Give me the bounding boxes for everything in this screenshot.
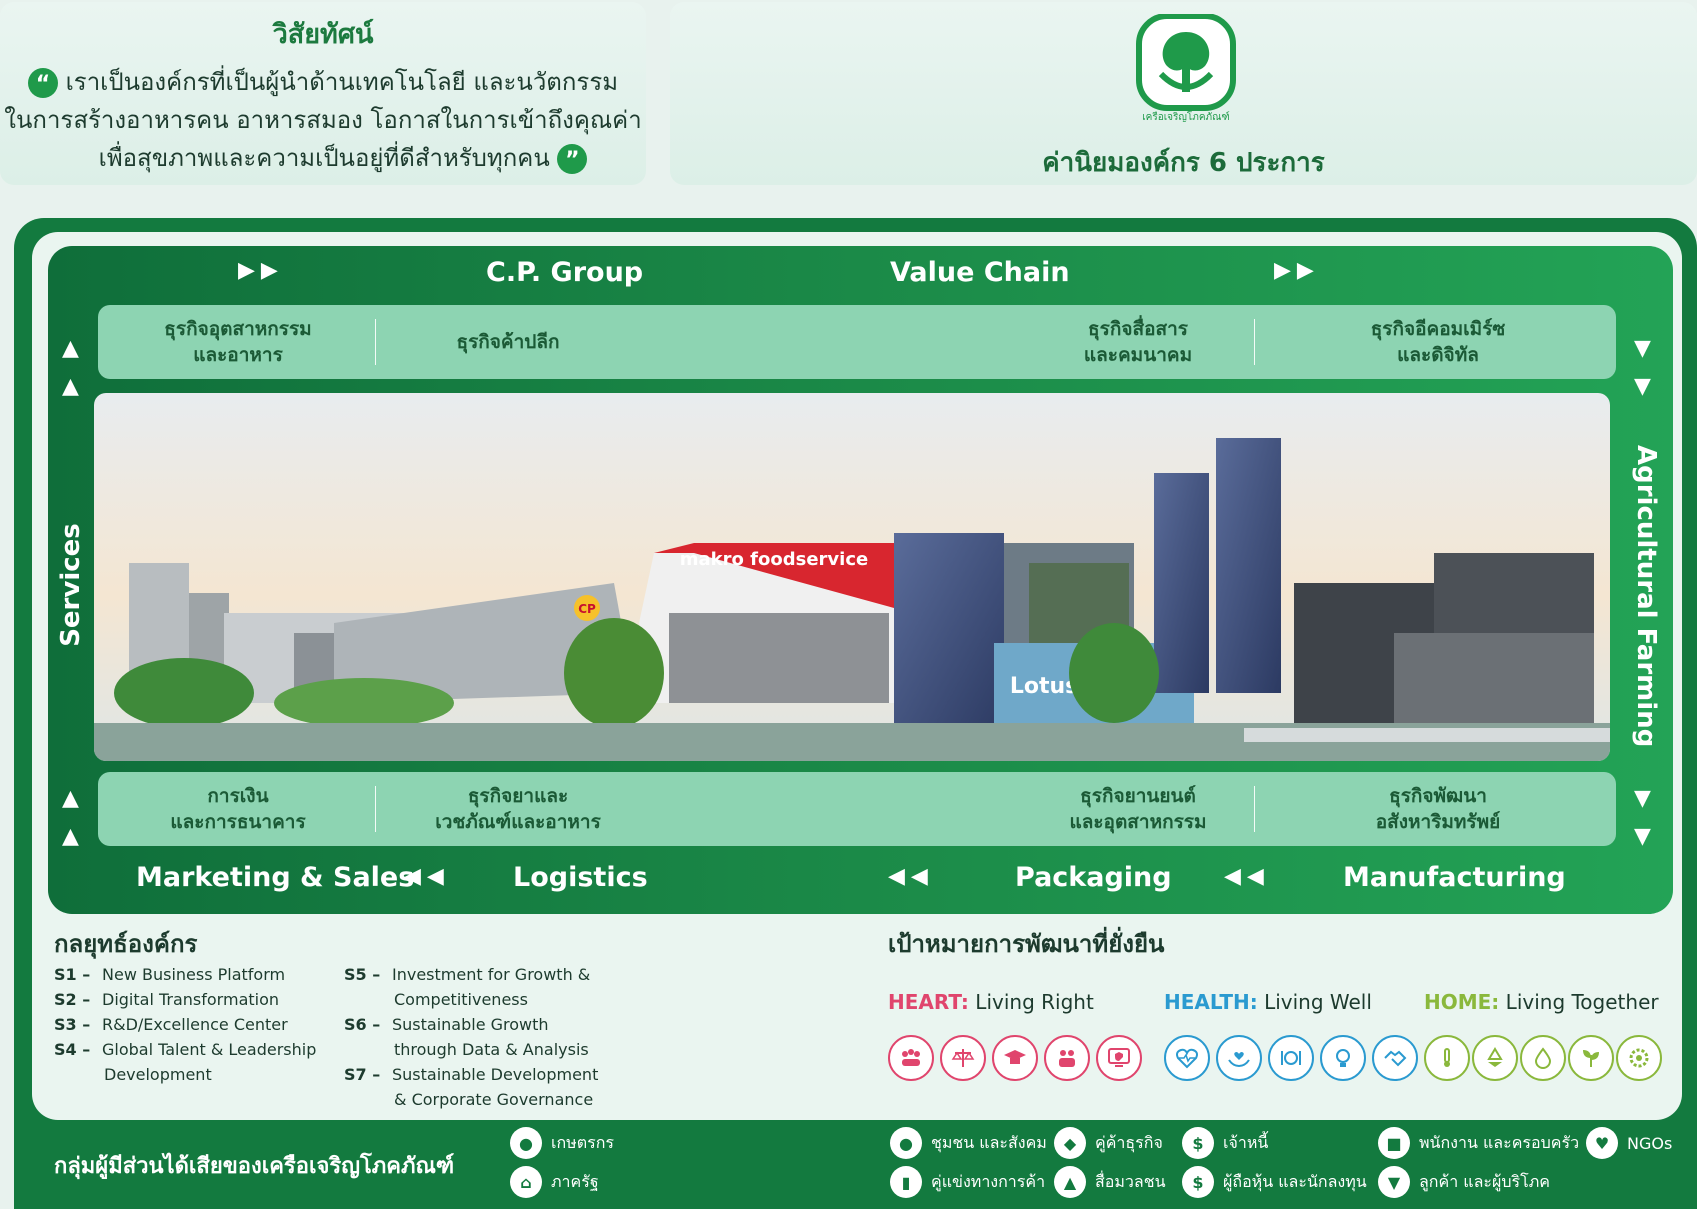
network-icon: ◆ — [1054, 1127, 1086, 1159]
stakeholder-government: ⌂ ภาครัฐ — [510, 1166, 599, 1198]
handshake-icon — [1372, 1035, 1418, 1081]
sustainability-title: เป้าหมายการพัฒนาที่ยั่งยืน — [888, 930, 1165, 958]
down-arrow-icon: ▼ — [1634, 786, 1651, 811]
dollar-coin-icon: $ — [1182, 1166, 1214, 1198]
cp-logo: เครือเจริญโภคภัณฑ์ — [1136, 14, 1236, 122]
right-arrows-icon: ▶▶ — [238, 258, 284, 283]
graduation-cap-icon — [992, 1035, 1038, 1081]
up-arrow-icon: ▲ — [62, 786, 79, 811]
strategy-list-right: S5 – Investment for Growth & Competitivene… — [344, 962, 644, 1112]
cp-group-label: C.P. Group — [486, 257, 644, 288]
services-label: Services — [56, 523, 86, 647]
svg-text:เครือเจริญโภคภัณฑ์: เครือเจริญโภคภัณฑ์ — [1142, 110, 1229, 122]
stakeholder-employees: ■ พนักงาน และครอบครัว — [1378, 1127, 1579, 1159]
business-item: ธุรกิจยานยนต์ และอุตสาหกรรม — [1069, 785, 1207, 833]
community-icon — [1044, 1035, 1090, 1081]
strategy-item: S1 – New Business Platform — [54, 965, 286, 984]
heartbeat-icon — [1164, 1035, 1210, 1081]
down-arrow-icon: ▼ — [1634, 824, 1651, 849]
home-heading: HOME: Living Together — [1424, 990, 1659, 1014]
stakeholder-farmers: ● เกษตรกร — [510, 1127, 614, 1159]
business-item: การเงิน และการธนาคาร — [170, 785, 306, 833]
strategy-title: กลยุทธ์องค์กร — [54, 930, 198, 958]
business-item: ธุรกิจสื่อสาร และคมนาคม — [1083, 318, 1193, 366]
left-arrows-icon: ◀◀ — [888, 864, 934, 889]
divider — [1254, 319, 1255, 365]
dining-plate-icon — [1268, 1035, 1314, 1081]
business-item: ธุรกิจค้าปลีก — [456, 331, 560, 353]
heart-heading: HEART: Living Right — [888, 990, 1094, 1014]
bar-chart-icon: ▮ — [890, 1166, 922, 1198]
vision-title: วิสัยทัศน์ — [272, 19, 374, 50]
business-item: ธุรกิจอุตสาหกรรม และอาหาร — [164, 318, 312, 366]
stakeholder-community: ● ชุมชน และสังคม — [890, 1127, 1047, 1159]
stakeholder-business-partners: ◆ คู่ค้าธุรกิจ — [1054, 1127, 1163, 1159]
gear-cycle-icon — [1616, 1035, 1662, 1081]
government-building-icon: ⌂ — [510, 1166, 542, 1198]
innovation-bulb-icon — [1320, 1035, 1366, 1081]
stakeholders-title: กลุ่มผู้มีส่วนได้เสียของเครือเจริญโภคภัณ… — [54, 1154, 455, 1179]
business-item: ธุรกิจพัฒนา อสังหาริมทรัพย์ — [1375, 785, 1501, 833]
divider — [375, 786, 376, 832]
left-arrows-icon: ◀◀ — [404, 864, 450, 889]
business-item: ธุรกิจอีคอมเมิร์ซ และดิจิทัล — [1370, 318, 1506, 366]
stakeholder-shareholders: $ ผู้ถือหุ้น และนักลงทุน — [1182, 1166, 1367, 1198]
vision-line-2: ในการสร้างอาหารคน อาหารสมอง โอกาสในการเข… — [4, 106, 642, 134]
left-arrows-icon: ◀◀ — [1224, 864, 1270, 889]
up-arrow-icon: ▲ — [62, 336, 79, 361]
manufacturing-label: Manufacturing — [1343, 862, 1566, 893]
marketing-sales-label: Marketing & Sales — [136, 862, 415, 893]
water-drop-icon — [1520, 1035, 1566, 1081]
divider — [375, 319, 376, 365]
value-chain-label: Value Chain — [890, 257, 1070, 288]
close-quote-icon: ” — [557, 144, 588, 174]
business-buildings-photo: CP makro foodservice Lotus's — [94, 393, 1610, 761]
vision-line-3: เพื่อสุขภาพและความเป็นอยู่ที่ดีสำหรับทุก… — [0, 138, 646, 177]
plant-icon — [1568, 1035, 1614, 1081]
briefcase-icon: ■ — [1378, 1127, 1410, 1159]
open-quote-icon: “ — [27, 68, 58, 98]
strategy-item: S3 – R&D/Excellence Center — [54, 1015, 288, 1034]
packaging-label: Packaging — [1015, 862, 1172, 893]
down-arrow-icon: ▼ — [1634, 336, 1651, 361]
logistics-label: Logistics — [513, 862, 648, 893]
farmer-icon: ● — [510, 1127, 542, 1159]
strategy-item: S2 – Digital Transformation — [54, 990, 280, 1009]
svg-text:CP: CP — [578, 602, 596, 616]
stakeholder-customers: ▼ ลูกค้า และผู้บริโภค — [1378, 1166, 1550, 1198]
strategy-list-left: S1 – New Business Platform S2 – Digital Tr… — [54, 962, 354, 1087]
strategy-item: S7 – Sustainable Development & Corporate G… — [344, 1065, 599, 1109]
strategy-item: S6 – Sustainable Growth through Data & Ana… — [344, 1015, 589, 1059]
care-hands-icon — [1216, 1035, 1262, 1081]
stakeholder-creditors: $ เจ้าหนี้ — [1182, 1127, 1268, 1159]
values-title: ค่านิยมองค์กร 6 ประการ — [1042, 148, 1325, 178]
strategy-item: S4 – Global Talent & Leadership Developmen… — [54, 1040, 317, 1084]
justice-scale-icon — [940, 1035, 986, 1081]
up-arrow-icon: ▲ — [62, 824, 79, 849]
stakeholder-media: ▲ สื่อมวลชน — [1054, 1166, 1166, 1198]
climate-thermometer-icon — [1424, 1035, 1470, 1081]
heart-icon: ♥ — [1586, 1127, 1618, 1159]
people-icon — [888, 1035, 934, 1081]
svg-text:makro foodservice: makro foodservice — [680, 549, 868, 570]
vision-line-1: “ เราเป็นองค์กรที่เป็นผู้นำด้านเทคโนโลยี… — [0, 62, 646, 101]
community-people-icon: ● — [890, 1127, 922, 1159]
stakeholder-ngos: ♥ NGOs — [1586, 1127, 1672, 1159]
top-business-bar: ธุรกิจอุตสาหกรรม และอาหาร ธุรกิจค้าปลีก ธ… — [98, 305, 1616, 379]
stakeholder-competitors: ▮ คู่แข่งทางการค้า — [890, 1166, 1045, 1198]
strategy-item: S5 – Investment for Growth & Competitivene… — [344, 965, 591, 1009]
right-arrows-icon-2: ▶▶ — [1274, 258, 1320, 283]
business-item: ธุรกิจยาและ เวชภัณฑ์และอาหาร — [435, 785, 601, 833]
down-arrow-icon: ▼ — [1634, 374, 1651, 399]
agricultural-farming-label: Agricultural Farming — [1631, 445, 1661, 748]
broadcast-tower-icon: ▲ — [1054, 1166, 1086, 1198]
bottom-business-bar: การเงิน และการธนาคาร ธุรกิจยาและ เวชภัณฑ์แ… — [98, 772, 1616, 846]
recycle-icon — [1472, 1035, 1518, 1081]
shield-screen-icon — [1096, 1035, 1142, 1081]
health-heading: HEALTH: Living Well — [1164, 990, 1372, 1014]
divider — [1254, 786, 1255, 832]
shopping-cart-icon: ▼ — [1378, 1166, 1410, 1198]
money-hand-icon: $ — [1182, 1127, 1214, 1159]
up-arrow-icon: ▲ — [62, 374, 79, 399]
